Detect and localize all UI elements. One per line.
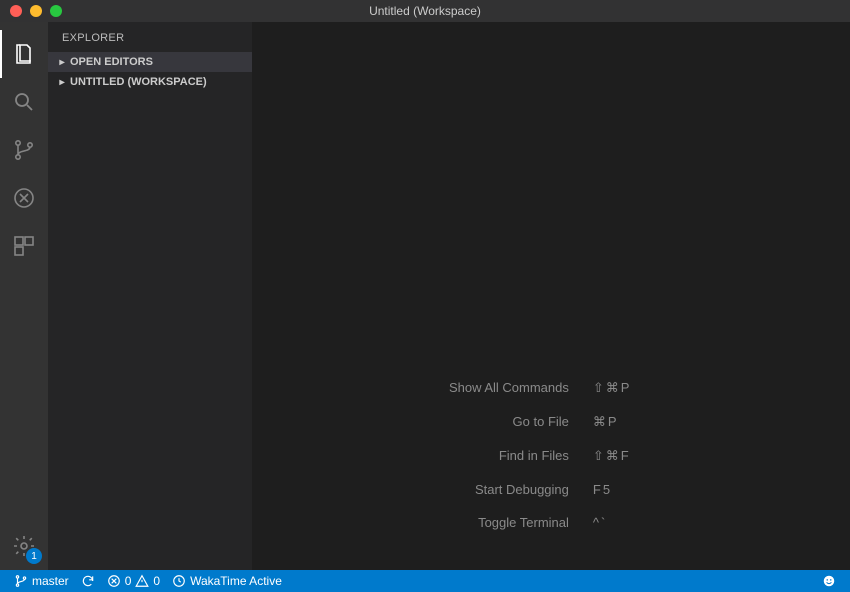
- shortcut-row: Go to File ⌘P: [252, 414, 850, 430]
- shortcut-label: Toggle Terminal: [252, 515, 581, 530]
- sidebar-section-workspace[interactable]: ▸ UNTITLED (WORKSPACE): [48, 72, 252, 92]
- git-branch-icon: [12, 138, 36, 162]
- window-close-button[interactable]: [10, 5, 22, 17]
- shortcut-keys: ⇧⌘P: [581, 380, 850, 396]
- shortcut-row: Find in Files ⇧⌘F: [252, 448, 850, 464]
- shortcut-row: Toggle Terminal ^`: [252, 515, 850, 530]
- chevron-right-icon: ▸: [56, 57, 68, 68]
- window-controls: [0, 5, 62, 17]
- sidebar-section-open-editors[interactable]: ▸ OPEN EDITORS: [48, 52, 252, 72]
- shortcut-keys: ⇧⌘F: [581, 448, 850, 464]
- status-problems[interactable]: 0 0: [101, 570, 166, 592]
- shortcut-row: Show All Commands ⇧⌘P: [252, 380, 850, 396]
- status-bar: master 0 0 WakaTime Active: [0, 570, 850, 592]
- status-git-branch[interactable]: master: [8, 570, 75, 592]
- extensions-tab[interactable]: [0, 222, 48, 270]
- debug-tab[interactable]: [0, 174, 48, 222]
- chevron-right-icon: ▸: [56, 77, 68, 88]
- sidebar-section-label: OPEN EDITORS: [70, 56, 153, 68]
- bug-icon: [12, 186, 36, 210]
- window-maximize-button[interactable]: [50, 5, 62, 17]
- settings-button[interactable]: 1: [0, 522, 48, 570]
- editor-area: Show All Commands ⇧⌘P Go to File ⌘P Find…: [252, 22, 850, 570]
- shortcut-label: Go to File: [252, 414, 581, 430]
- shortcut-label: Show All Commands: [252, 380, 581, 396]
- shortcut-keys: ⌘P: [581, 414, 850, 430]
- status-feedback[interactable]: [816, 570, 842, 592]
- files-icon: [12, 42, 36, 66]
- title-bar: Untitled (Workspace): [0, 0, 850, 22]
- sync-icon: [81, 574, 95, 588]
- error-icon: [107, 574, 121, 588]
- sidebar: EXPLORER ▸ OPEN EDITORS ▸ UNTITLED (WORK…: [48, 22, 252, 570]
- status-wakatime[interactable]: WakaTime Active: [166, 570, 288, 592]
- shortcut-keys: F5: [581, 482, 850, 497]
- shortcut-row: Start Debugging F5: [252, 482, 850, 497]
- status-sync[interactable]: [75, 570, 101, 592]
- search-icon: [12, 90, 36, 114]
- source-control-tab[interactable]: [0, 126, 48, 174]
- search-tab[interactable]: [0, 78, 48, 126]
- shortcut-label: Find in Files: [252, 448, 581, 464]
- settings-badge: 1: [26, 548, 42, 564]
- explorer-tab[interactable]: [0, 30, 48, 78]
- status-wakatime-label: WakaTime Active: [190, 574, 282, 588]
- warning-icon: [135, 574, 149, 588]
- smiley-icon: [822, 574, 836, 588]
- status-errors-count: 0: [125, 574, 132, 588]
- shortcut-keys: ^`: [581, 515, 850, 530]
- window-title: Untitled (Workspace): [0, 4, 850, 18]
- clock-icon: [172, 574, 186, 588]
- shortcut-label: Start Debugging: [252, 482, 581, 497]
- welcome-shortcuts: Show All Commands ⇧⌘P Go to File ⌘P Find…: [252, 380, 850, 530]
- sidebar-section-label: UNTITLED (WORKSPACE): [70, 76, 207, 88]
- window-minimize-button[interactable]: [30, 5, 42, 17]
- activity-bar: 1: [0, 22, 48, 570]
- extensions-icon: [12, 234, 36, 258]
- sidebar-title: EXPLORER: [48, 22, 252, 52]
- status-branch-name: master: [32, 574, 69, 588]
- status-warnings-count: 0: [153, 574, 160, 588]
- git-branch-icon: [14, 574, 28, 588]
